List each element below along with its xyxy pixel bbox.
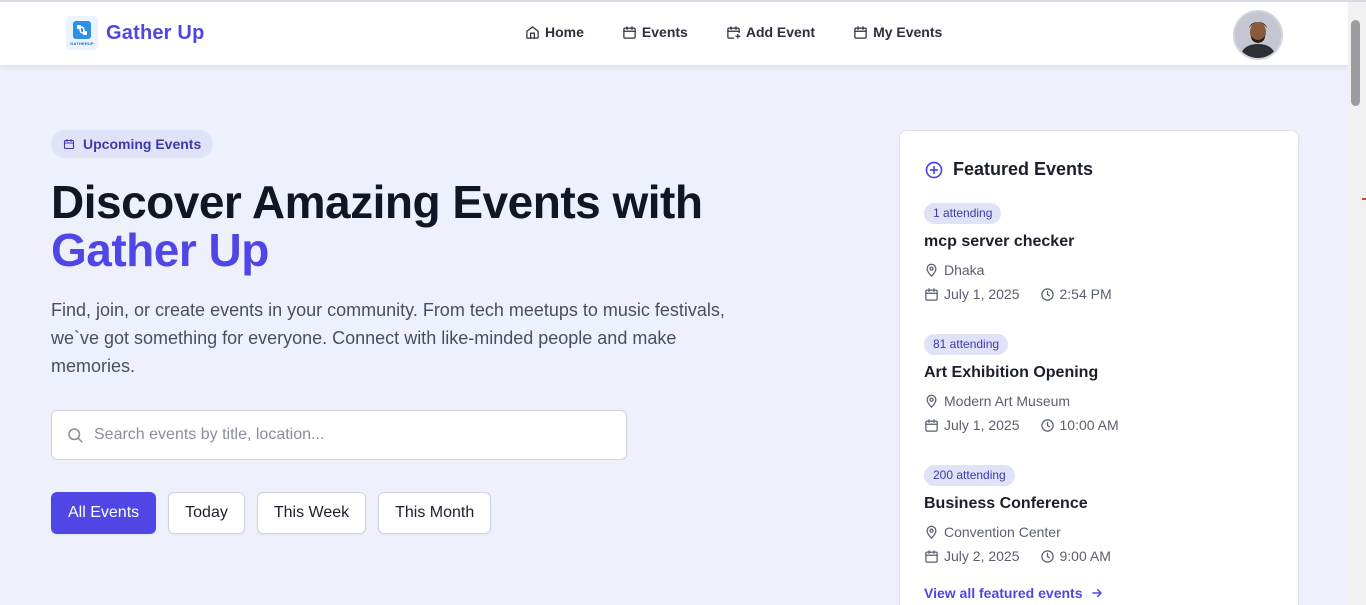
filter-buttons: All Events Today This Week This Month (51, 492, 492, 534)
home-icon (526, 25, 539, 39)
logo-text: GATHERUP (70, 41, 94, 46)
event-title[interactable]: Business Conference (924, 495, 1274, 513)
event-location-text: Convention Center (944, 524, 1061, 540)
calendar-icon (925, 418, 938, 432)
hero-description: Find, join, or create events in your com… (51, 300, 725, 376)
edge-marker (1362, 198, 1366, 200)
nav-my-events-label: My Events (873, 24, 943, 40)
event-datetime: July 2, 2025 9:00 AM (924, 548, 1274, 564)
nav-add-event[interactable]: Add Event (726, 24, 815, 40)
event-title[interactable]: Art Exhibition Opening (924, 364, 1274, 382)
featured-event-item[interactable]: 81 attending Art Exhibition Opening Mode… (924, 334, 1274, 433)
filter-today-button[interactable]: Today (168, 492, 245, 534)
featured-events-title: Featured Events (953, 159, 1094, 179)
user-avatar[interactable] (1233, 10, 1283, 60)
event-datetime: July 1, 2025 2:54 PM (924, 286, 1274, 302)
hero-title-accent: Gather Up (51, 224, 269, 276)
view-all-featured-label: View all featured events (924, 585, 1083, 601)
search-input[interactable] (94, 426, 594, 444)
calendar-icon (925, 287, 938, 301)
logo-mark-icon (73, 21, 91, 39)
featured-event-item[interactable]: 1 attending mcp server checker Dhaka Jul… (924, 203, 1274, 302)
featured-events-card: Featured Events 1 attending mcp server c… (899, 130, 1299, 605)
event-date: July 1, 2025 (944, 417, 1020, 433)
clock-icon (1040, 287, 1054, 301)
nav-home-label: Home (545, 24, 584, 40)
event-time: 2:54 PM (1059, 286, 1112, 302)
arrow-right-icon (1092, 588, 1103, 598)
nav-events-label: Events (641, 24, 688, 40)
navbar: GATHERUP Gather Up Home Events Add Event… (0, 2, 1348, 66)
logo: GATHERUP (66, 16, 98, 50)
avatar-image (1235, 12, 1281, 58)
plus-circle-icon (925, 161, 943, 178)
upcoming-events-badge-label: Upcoming Events (83, 136, 202, 152)
attending-badge: 1 attending (924, 203, 1002, 224)
map-pin-icon (926, 394, 937, 408)
filter-this-week-button[interactable]: This Week (256, 492, 367, 534)
calendar-icon (854, 25, 867, 39)
event-time: 9:00 AM (1059, 548, 1111, 564)
hero-title: Discover Amazing Events with Gather Up (51, 178, 771, 274)
page-scrollbar-thumb[interactable] (1351, 20, 1360, 106)
map-pin-icon (926, 525, 937, 539)
brand-name: Gather Up (106, 21, 205, 44)
featured-events-heading: Featured Events (924, 159, 1093, 180)
event-time: 10:00 AM (1059, 417, 1119, 433)
event-location: Dhaka (924, 262, 1274, 278)
event-date: July 2, 2025 (944, 548, 1020, 564)
search-box[interactable] (51, 410, 627, 460)
view-all-featured-link[interactable]: View all featured events (924, 585, 1104, 601)
search-icon (68, 428, 83, 443)
event-title[interactable]: mcp server checker (924, 233, 1274, 251)
calendar-icon (63, 138, 75, 150)
event-date: July 1, 2025 (944, 286, 1020, 302)
event-location-text: Dhaka (944, 262, 985, 278)
event-location: Convention Center (924, 524, 1274, 540)
hero-title-main: Discover Amazing Events with (51, 176, 703, 228)
nav-my-events[interactable]: My Events (853, 24, 942, 40)
nav-home[interactable]: Home (525, 24, 584, 40)
nav-events[interactable]: Events (622, 24, 688, 40)
clock-icon (1040, 418, 1054, 432)
nav-add-event-label: Add Event (745, 24, 816, 40)
attending-badge: 81 attending (924, 334, 1009, 355)
upcoming-events-badge: Upcoming Events (51, 130, 214, 158)
filter-all-events-button[interactable]: All Events (51, 492, 157, 534)
filter-this-month-button[interactable]: This Month (378, 492, 492, 534)
brand[interactable]: GATHERUP Gather Up (66, 16, 204, 50)
clock-icon (1040, 549, 1054, 563)
attending-badge: 200 attending (924, 465, 1015, 486)
event-location: Modern Art Museum (924, 393, 1274, 409)
event-location-text: Modern Art Museum (944, 393, 1071, 409)
map-pin-icon (926, 263, 937, 277)
event-datetime: July 1, 2025 10:00 AM (924, 417, 1274, 433)
calendar-icon (925, 549, 938, 563)
featured-event-item[interactable]: 200 attending Business Conference Conven… (924, 465, 1274, 564)
calendar-plus-icon (727, 25, 741, 39)
main-nav: Home Events Add Event My Events (525, 24, 942, 40)
calendar-icon (623, 25, 636, 39)
